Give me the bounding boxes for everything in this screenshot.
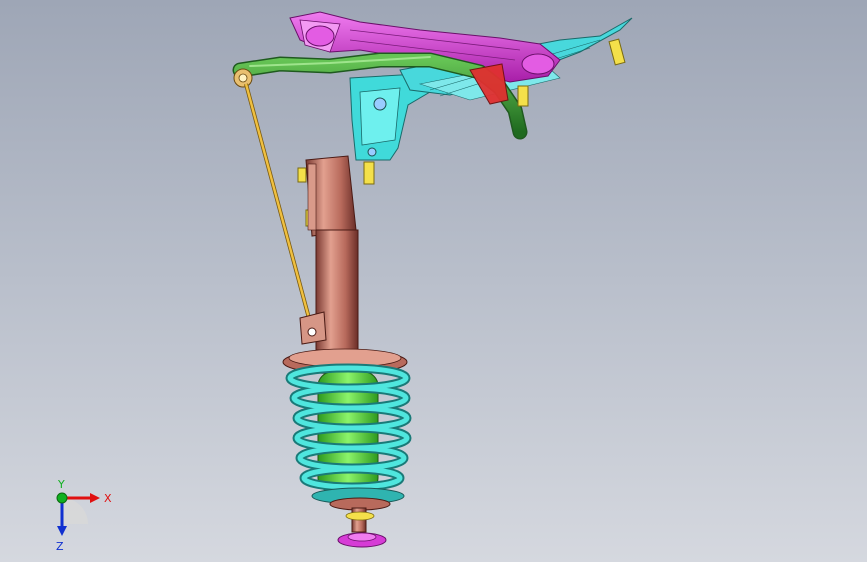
x-axis-label: X <box>104 492 112 505</box>
stabilizer-link[interactable] <box>244 83 312 323</box>
y-axis-dot <box>56 492 68 504</box>
lower-mount[interactable] <box>311 487 405 548</box>
coil-spring[interactable] <box>285 363 412 492</box>
z-axis-label: Z <box>56 540 64 553</box>
strut-assembly[interactable] <box>282 155 408 375</box>
triad-plane <box>62 498 88 524</box>
cad-viewport[interactable] <box>0 0 867 562</box>
axis-triad: X Y Z <box>56 478 112 553</box>
y-axis-label: Y <box>57 478 65 491</box>
